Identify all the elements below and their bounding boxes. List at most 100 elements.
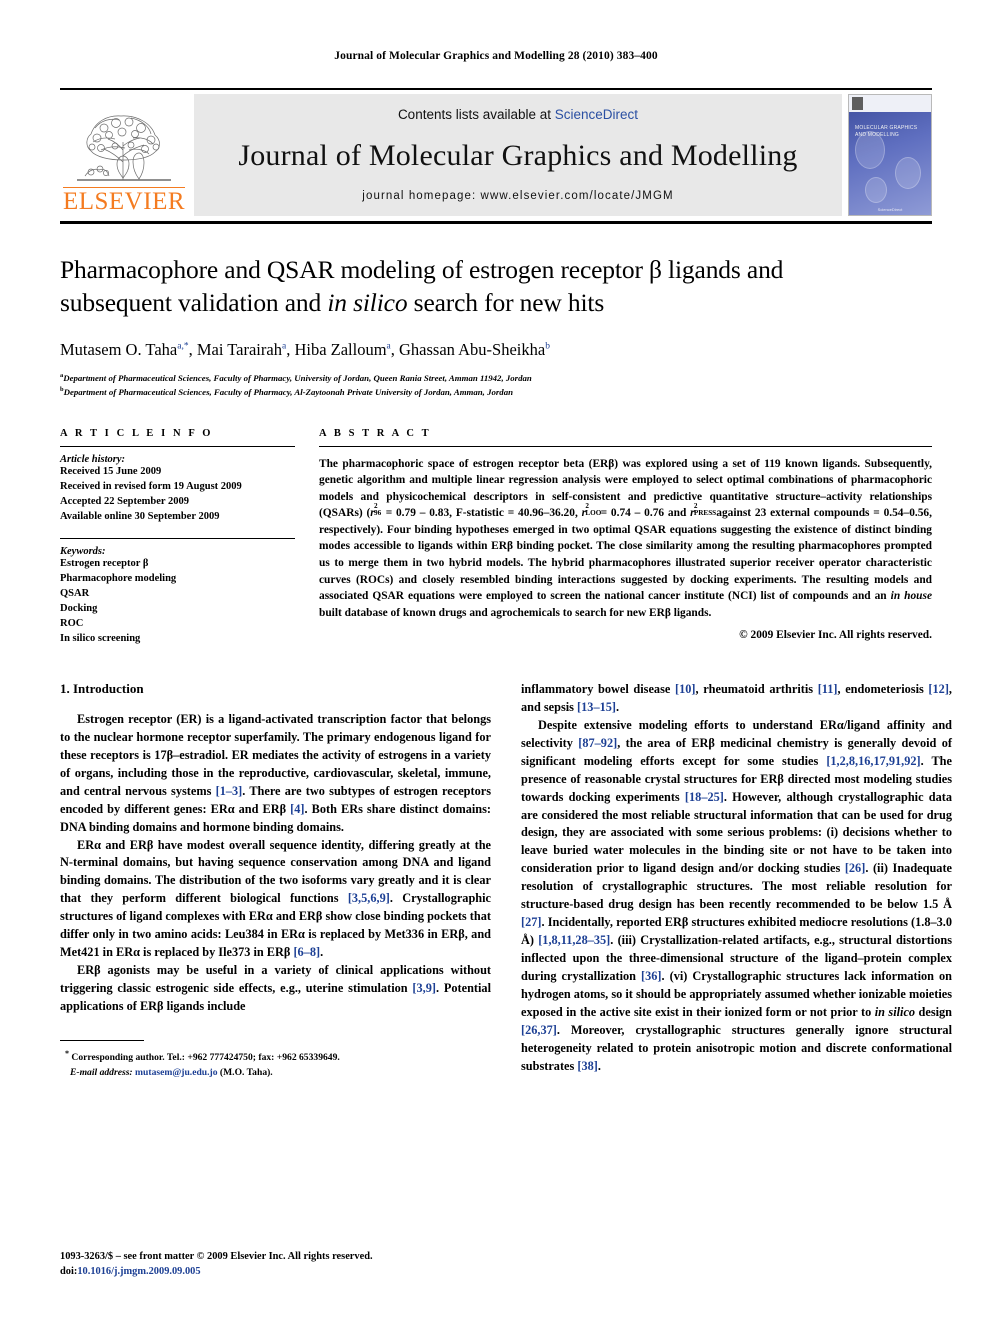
citation-reference[interactable]: [18–25]: [685, 790, 724, 804]
elsevier-wordmark: ELSEVIER: [62, 187, 186, 215]
keyword-item: ROC: [60, 618, 84, 630]
affiliation-text: Department of Pharmaceutical Sciences, F…: [63, 372, 532, 383]
cover-publisher-mark-icon: [852, 97, 863, 110]
body-text: design: [915, 1005, 953, 1019]
citation-reference[interactable]: [87–92]: [578, 736, 617, 750]
author-separator: ,: [188, 340, 197, 360]
keyword-item: Estrogen receptor β: [60, 558, 149, 570]
article-info-rule: [60, 445, 295, 447]
citation-reference[interactable]: [4]: [290, 802, 304, 816]
abstract-part-3: built database of known drugs and agroch…: [319, 606, 712, 619]
author-name: Hiba Zalloum: [294, 340, 387, 360]
stat-r2-96: r29600: [370, 502, 382, 522]
paper-page: Journal of Molecular Graphics and Modell…: [0, 0, 992, 1323]
left-paragraphs: Estrogen receptor (ER) is a ligand-activ…: [60, 711, 491, 1016]
doi-line: doi:10.1016/j.jmgm.2009.09.005: [60, 1264, 373, 1279]
citation-reference[interactable]: [27]: [521, 915, 542, 929]
article-history-label: Article history:: [60, 453, 126, 465]
page-title: Pharmacophore and QSAR modeling of estro…: [60, 254, 932, 319]
citation-reference[interactable]: [13–15]: [577, 700, 616, 714]
stat-subscript: PRESS: [693, 509, 717, 518]
keyword-item: Docking: [60, 603, 98, 615]
citation-reference[interactable]: [3,5,6,9]: [348, 891, 390, 905]
citation-reference[interactable]: [26,37]: [521, 1023, 557, 1037]
cover-bubble-decor: [895, 157, 921, 189]
article-info-heading: A R T I C L E I N F O: [60, 427, 214, 439]
keywords-label: Keywords:: [60, 546, 106, 558]
masthead-top-rule: [60, 88, 932, 90]
body-text: inflammatory bowel disease: [521, 681, 675, 696]
journal-homepage[interactable]: journal homepage: www.elsevier.com/locat…: [362, 190, 673, 202]
affiliation-item: aDepartment of Pharmaceutical Sciences, …: [60, 371, 932, 386]
issn-copyright-line: 1093-3263/$ – see front matter © 2009 El…: [60, 1250, 373, 1262]
author-name: Mai Tarairah: [196, 340, 282, 360]
citation-reference[interactable]: [36]: [641, 969, 662, 983]
author-list: Mutasem O. Tahaa,*, Mai Tarairaha, Hiba …: [60, 339, 932, 360]
body-text: .: [615, 699, 620, 714]
section-title-introduction: 1. Introduction: [60, 680, 144, 696]
affiliation-item: bDepartment of Pharmaceutical Sciences, …: [60, 385, 932, 400]
citation-reference[interactable]: [1,2,8,16,17,91,92]: [826, 754, 920, 768]
contents-prefix: Contents lists available at: [397, 107, 555, 122]
contents-lists-line: Contents lists available at ScienceDirec…: [398, 107, 638, 122]
info-abstract-region: A R T I C L E I N F O Article history: R…: [60, 428, 932, 647]
article-history-block: Article history: Received 15 June 2009 R…: [60, 454, 295, 525]
abstract-rule: [319, 445, 932, 447]
email-link[interactable]: mutasem@ju.edu.jo: [135, 1067, 217, 1078]
stat-value-1: = 0.79 – 0.83, F-statistic = 40.96–36.20…: [381, 507, 582, 520]
article-info-column: A R T I C L E I N F O Article history: R…: [60, 428, 295, 647]
citation-reference[interactable]: [38]: [577, 1059, 598, 1073]
footnote-divider: [60, 1040, 144, 1042]
title-block: Pharmacophore and QSAR modeling of estro…: [60, 254, 932, 400]
sciencedirect-link[interactable]: ScienceDirect: [555, 107, 638, 122]
article-history-item: Received in revised form 19 August 2009: [60, 480, 242, 492]
keyword-item: QSAR: [60, 588, 90, 600]
affiliation-list: aDepartment of Pharmaceutical Sciences, …: [60, 371, 932, 400]
abstract-heading: A B S T R A C T: [319, 427, 432, 439]
author-name: Mutasem O. Taha: [60, 340, 178, 360]
title-line-2a: subsequent validation and: [60, 287, 328, 317]
cover-title-text: MOLECULAR GRAPHICS AND MODELLING: [855, 125, 918, 138]
footnote-block: * Corresponding author. Tel.: +962 77742…: [60, 1040, 491, 1080]
cover-bubble-decor: [865, 177, 887, 203]
running-head: Journal of Molecular Graphics and Modell…: [334, 50, 658, 62]
journal-cover-thumbnail: MOLECULAR GRAPHICS AND MODELLING Science…: [848, 94, 932, 216]
body-column-left: 1. Introduction Estrogen receptor (ER) i…: [60, 681, 491, 1080]
body-column-right: inflammatory bowel disease [10], rheumat…: [521, 681, 952, 1080]
keyword-item: In silico screening: [60, 632, 141, 644]
article-history-item: Received 15 June 2009: [60, 465, 162, 477]
page-footer: 1093-3263/$ – see front matter © 2009 El…: [60, 1249, 373, 1279]
title-line-2-italic: in silico: [327, 287, 408, 317]
journal-banner: Contents lists available at ScienceDirec…: [194, 94, 842, 216]
author-affiliation-marker: a,*: [177, 341, 189, 352]
abstract-paragraph: The pharmacophoric space of estrogen rec…: [319, 456, 932, 621]
doi-link[interactable]: 10.1016/j.jmgm.2009.09.005: [77, 1266, 200, 1277]
citation-reference[interactable]: [11]: [818, 682, 838, 696]
body-paragraph: ERα and ERβ have modest overall sequence…: [60, 837, 491, 963]
corresponding-author-note: * Corresponding author. Tel.: +962 77742…: [60, 1048, 491, 1080]
article-history-item: Available online 30 September 2009: [60, 510, 220, 522]
journal-masthead: ELSEVIER Contents lists available at Sci…: [60, 94, 932, 216]
journal-title: Journal of Molecular Graphics and Modell…: [238, 139, 798, 172]
body-text: , rheumatoid arthritis: [695, 681, 818, 696]
citation-reference[interactable]: [12]: [928, 682, 949, 696]
body-paragraph: inflammatory bowel disease [10], rheumat…: [521, 681, 952, 717]
email-label: E-mail address:: [70, 1066, 133, 1078]
keywords-rule: [60, 538, 295, 540]
citation-reference[interactable]: [6–8]: [293, 945, 320, 959]
body-paragraph: Estrogen receptor (ER) is a ligand-activ…: [60, 711, 491, 837]
citation-reference[interactable]: [1–3]: [216, 784, 243, 798]
citation-reference[interactable]: [10]: [675, 682, 696, 696]
citation-reference[interactable]: [1,8,11,28–35]: [538, 933, 610, 947]
right-paragraphs: inflammatory bowel disease [10], rheumat…: [521, 681, 952, 1076]
citation-reference[interactable]: [26]: [845, 861, 866, 875]
stat-r2-press: r2PRESS00000: [690, 502, 716, 522]
italic-phrase: in silico: [874, 1005, 916, 1019]
author-name: Ghassan Abu-Sheikha: [399, 340, 546, 360]
doi-label: doi:: [60, 1265, 78, 1277]
body-columns: 1. Introduction Estrogen receptor (ER) i…: [60, 681, 952, 1080]
citation-reference[interactable]: [3,9]: [412, 981, 436, 995]
abstract-italic-phrase: in house: [890, 590, 933, 603]
corresponding-author-text: Corresponding author. Tel.: +962 7774247…: [69, 1052, 340, 1064]
stat-value-2: = 0.74 – 0.76 and: [596, 507, 691, 520]
